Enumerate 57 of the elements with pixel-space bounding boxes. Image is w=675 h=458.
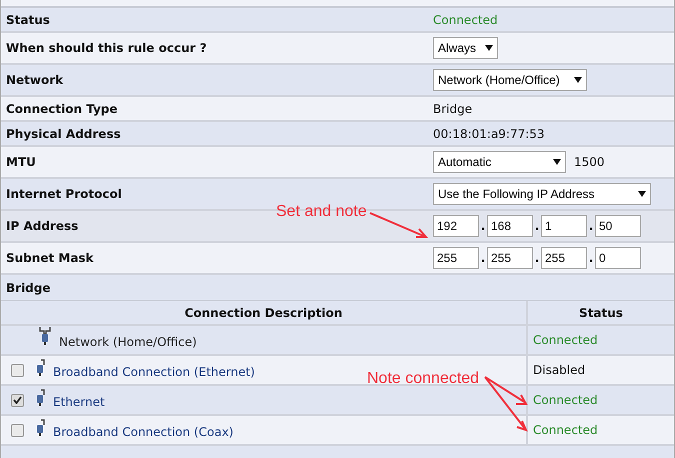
status-text: Connected [533, 392, 598, 409]
field-label: IP Address [6, 219, 78, 233]
octet-input[interactable]: 1 [541, 215, 587, 237]
dropdown-caret-icon [574, 77, 582, 83]
status-text: Connected [533, 422, 598, 439]
octet-input[interactable]: 255 [487, 247, 533, 269]
checkbox[interactable] [11, 424, 24, 436]
connection-link[interactable]: Broadband Connection (Coax) [53, 423, 234, 441]
dropdown[interactable]: Always [433, 37, 498, 59]
column-header: Status [579, 306, 623, 320]
status-text: Disabled [533, 362, 586, 379]
connection-link[interactable]: Ethernet [53, 393, 105, 411]
field-label: Subnet Mask [6, 251, 94, 265]
connection-link[interactable]: Broadband Connection (Ethernet) [53, 363, 255, 381]
field-value: Bridge [433, 100, 472, 118]
field-label: When should this rule occur ? [6, 41, 207, 55]
octet-separator: . [480, 218, 486, 235]
mtu-value: 1500 [574, 154, 605, 171]
field-label: Physical Address [6, 126, 121, 140]
plug-icon [36, 389, 45, 407]
checkmark-icon [13, 396, 22, 404]
annotation-text: Set and note [276, 202, 367, 222]
octet-separator: . [534, 250, 540, 267]
network-plug-icon [39, 326, 51, 346]
dropdown-caret-icon [638, 191, 646, 197]
status-text: Connected [533, 332, 598, 349]
dropdown[interactable]: Automatic [433, 151, 566, 173]
plug-icon [36, 359, 45, 377]
octet-separator: . [588, 250, 594, 267]
annotation-arrow [369, 212, 429, 240]
octet-input[interactable]: 0 [595, 247, 641, 269]
checkbox[interactable] [11, 364, 24, 376]
status-text: Connected [433, 12, 498, 28]
octet-input[interactable]: 50 [595, 215, 641, 237]
octet-input[interactable]: 192 [433, 215, 479, 237]
dropdown[interactable]: Use the Following IP Address [433, 183, 651, 205]
octet-separator: . [534, 218, 540, 235]
dropdown[interactable]: Network (Home/Office) [433, 69, 587, 91]
octet-separator: . [480, 250, 486, 267]
octet-input[interactable]: 168 [487, 215, 533, 237]
column-header: Connection Description [184, 304, 342, 322]
field-label: Connection Type [6, 102, 118, 116]
octet-input[interactable]: 255 [541, 247, 587, 269]
field-label: Internet Protocol [6, 187, 122, 201]
field-label: MTU [6, 155, 36, 169]
field-label: Status [6, 12, 50, 26]
annotation-text: Note connected [367, 369, 480, 389]
connection-link[interactable]: Network (Home/Office) [59, 333, 197, 351]
field-value: 00:18:01:a9:77:53 [433, 126, 545, 142]
checkbox[interactable] [11, 394, 24, 406]
section-title: Bridge [6, 280, 50, 296]
dropdown-caret-icon [553, 159, 561, 165]
plug-icon [36, 419, 45, 437]
octet-separator: . [588, 218, 594, 235]
field-label: Network [6, 73, 64, 87]
dropdown-caret-icon [485, 45, 493, 51]
octet-input[interactable]: 255 [433, 247, 479, 269]
